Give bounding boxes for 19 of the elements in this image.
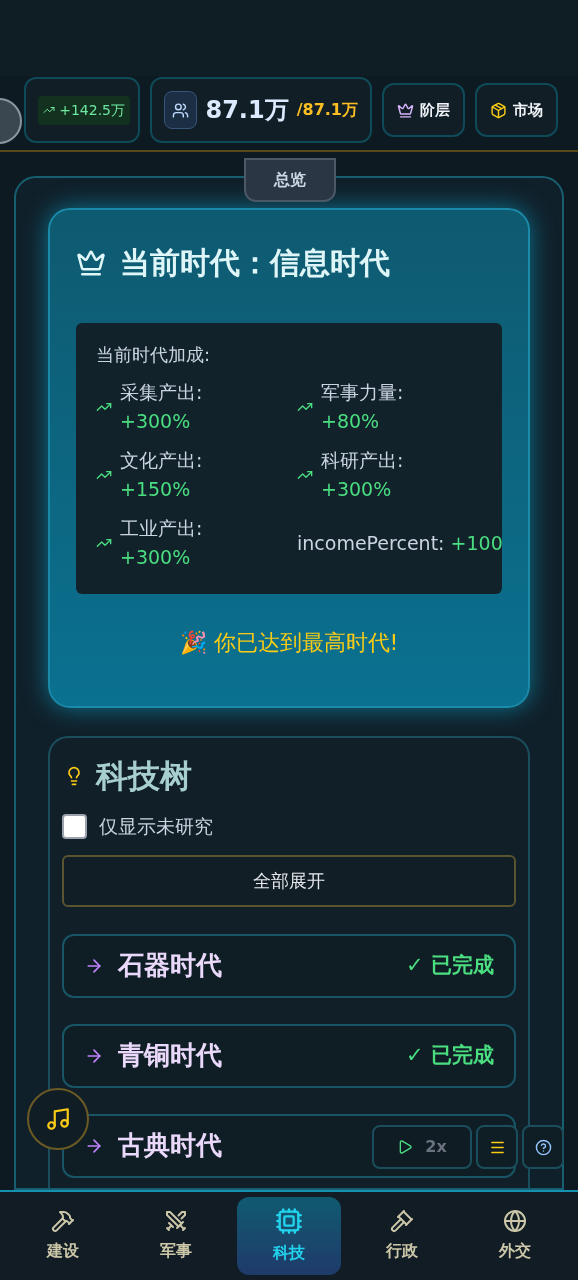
era-status: ✓ 已完成 xyxy=(406,1041,494,1069)
era-status: ✓ 已完成 xyxy=(406,951,494,979)
era-title: 当前时代：信息时代 xyxy=(120,244,390,282)
era-name: 古典时代 xyxy=(118,1129,222,1162)
bonus-heading: 当前时代加成: xyxy=(96,343,212,367)
bonus-text: 采集产出: +300% xyxy=(120,380,204,434)
bonus-text: 军事力量: +80% xyxy=(321,380,405,434)
income-value: +142.5万 xyxy=(38,95,130,125)
bonus-text: incomePercent: +100 xyxy=(297,530,503,556)
max-era-message: 🎉 你已达到最高时代! xyxy=(178,629,400,657)
bonus-text: 工业产出: +300% xyxy=(120,516,204,570)
population-value: 87.1万 xyxy=(205,95,289,126)
population-max: /87.1万 xyxy=(296,99,358,121)
filter-label: 仅显示未研究 xyxy=(99,814,213,839)
bonus-text: 文化产出: +150% xyxy=(120,448,204,502)
era-name: 青铜时代 xyxy=(118,1039,222,1072)
bonus-text: 科研产出: +300% xyxy=(321,448,405,502)
tech-tree-title: 科技树 xyxy=(96,756,192,797)
era-name: 石器时代 xyxy=(118,949,222,982)
